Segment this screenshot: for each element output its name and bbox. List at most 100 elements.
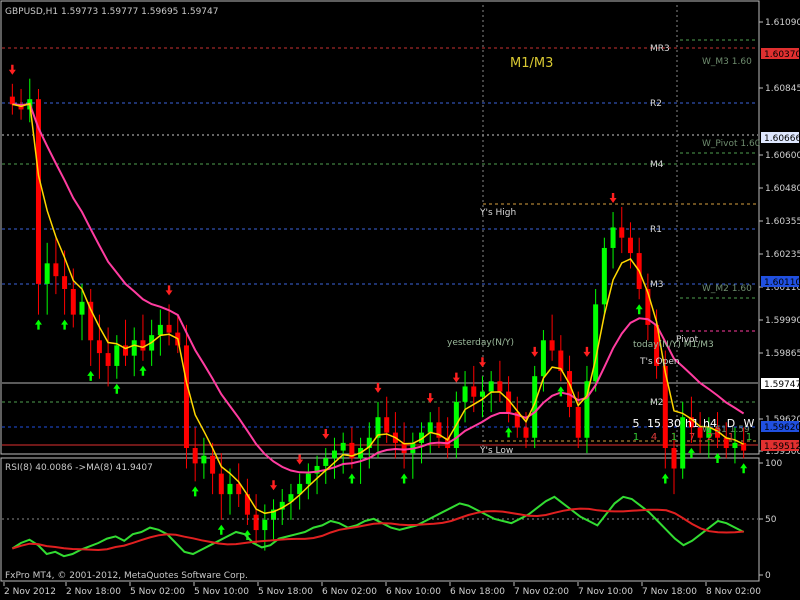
price-badge-label: 1.60666 [764, 134, 800, 144]
pivot-label: Pivot [676, 335, 699, 345]
rsi-title: RSI(8) 40.0086 ->MA(8) 41.9407 [5, 463, 153, 473]
copyright-text: FxPro MT4, © 2001-2012, MetaQuotes Softw… [5, 571, 248, 581]
candle-body [53, 263, 59, 277]
candle-body [488, 381, 494, 392]
candle-body [601, 247, 607, 305]
candle-body [131, 340, 137, 356]
chart-window[interactable]: MR3 R2 M4 R1 M3 M2 GBPUSD,H1 1.59773 1.59777 … [0, 0, 800, 600]
price-tick-label: 1.59865 [765, 349, 800, 359]
ys-low-label: Y's Low [479, 446, 513, 456]
candle-body [218, 473, 224, 495]
today-label: today(N/Y) M1/M3 [633, 340, 714, 350]
weekly-level-label: W_M2 1.60 [702, 284, 752, 294]
timeframe-value: 1 [671, 432, 677, 443]
candle-body [323, 458, 329, 466]
candle-body [462, 386, 468, 402]
timeframe-label: h1 [685, 417, 699, 430]
price-tick-label: 1.59990 [765, 316, 800, 326]
candle-body [183, 345, 189, 448]
candle-body [575, 406, 581, 438]
candle-body [105, 353, 111, 366]
timeframe-label: h4 [703, 417, 717, 430]
time-tick-label: 7 Nov 18:00 [642, 587, 697, 597]
time-tick-label: 7 Nov 02:00 [514, 587, 569, 597]
time-tick-label: 5 Nov 18:00 [258, 587, 313, 597]
timeframe-value: 4 [651, 432, 657, 443]
time-tick-label: 6 Nov 18:00 [450, 587, 505, 597]
time-tick-label: 6 Nov 10:00 [386, 587, 441, 597]
candle-body [523, 427, 529, 438]
timeframe-label: D [727, 417, 735, 430]
timeframe-label: 15 [647, 417, 661, 430]
weekly-level-label: W_Pivot 1.60 [702, 139, 761, 149]
candle-body [305, 473, 311, 484]
time-tick-label: 2 Nov 2012 [4, 587, 56, 597]
price-tick-label: 1.60845 [765, 84, 800, 94]
candle-body [157, 324, 163, 336]
time-tick-label: 2 Nov 18:00 [66, 587, 121, 597]
timeframe-label: W [744, 417, 755, 430]
candle-body [192, 448, 198, 464]
candle-body [253, 514, 259, 531]
candle-body [610, 227, 616, 248]
level-label-r1: R1 [650, 225, 662, 235]
candle-body [732, 442, 738, 448]
rsi-tick-label: 0 [765, 571, 771, 581]
candle-body [88, 301, 94, 341]
weekly-level-label: W_M3 1.60 [702, 57, 752, 67]
timeframe-value: 1 [728, 432, 734, 443]
ts-open-label: T's Open [639, 357, 680, 367]
price-tick-label: 1.60600 [765, 151, 800, 161]
time-tick-label: 5 Nov 02:00 [130, 587, 185, 597]
timeframe-label: 5 [633, 417, 640, 430]
candle-body [9, 96, 15, 105]
candle-body [627, 237, 633, 254]
candle-body [201, 455, 207, 464]
level-label-m2: M2 [650, 398, 664, 408]
candle-body [79, 301, 85, 315]
candle-body [96, 340, 102, 354]
candle-body [384, 417, 390, 433]
candle-body [619, 227, 625, 238]
candle-body [62, 276, 68, 289]
level-label-m4: M4 [650, 160, 664, 170]
price-tick-label: 1.60235 [765, 250, 800, 260]
timeframe-value: 1 [746, 432, 752, 443]
candle-body [471, 386, 477, 397]
candle-body [671, 448, 677, 469]
price-badge-label: 1.60370 [764, 50, 800, 60]
price-badge-label: 1.59747 [764, 380, 800, 390]
chart-title: GBPUSD,H1 1.59773 1.59777 1.59695 1.5974… [5, 7, 218, 17]
level-label-m3: M3 [650, 280, 664, 290]
candle-body [549, 340, 555, 351]
level-label-r2: R2 [650, 99, 662, 109]
chart-background [0, 0, 800, 600]
price-tick-label: 1.61090 [765, 18, 800, 28]
time-tick-label: 6 Nov 02:00 [322, 587, 377, 597]
level-label-mr3: MR3 [650, 44, 670, 54]
candle-body [114, 345, 120, 366]
price-badge-label: 1.60110 [764, 278, 800, 288]
yesterday-label: yesterday(N/Y) [447, 338, 514, 348]
price-badge-label: 1.59620 [764, 423, 800, 433]
timeframe-value: 1 [633, 432, 639, 443]
timeframe-value: 7 [689, 432, 695, 443]
candle-body [497, 381, 503, 392]
time-tick-label: 5 Nov 10:00 [194, 587, 249, 597]
candle-body [70, 288, 76, 315]
time-tick-label: 8 Nov 02:00 [706, 587, 761, 597]
price-tick-label: 1.60480 [765, 184, 800, 194]
price-badge-label: 1.59512 [764, 442, 800, 452]
ys-high-label: Y's High [479, 208, 516, 218]
candle-body [340, 442, 346, 451]
rsi-tick-label: 50 [765, 515, 777, 525]
candle-body [166, 324, 172, 333]
candle-body [331, 450, 337, 459]
m1m3-label: M1/M3 [510, 56, 553, 71]
timeframe-value: 2 [707, 432, 713, 443]
timeframe-label: 30 [667, 417, 681, 430]
time-tick-label: 7 Nov 10:00 [578, 587, 633, 597]
candle-body [427, 422, 433, 433]
candle-body [593, 304, 599, 382]
candle-body [227, 483, 233, 495]
